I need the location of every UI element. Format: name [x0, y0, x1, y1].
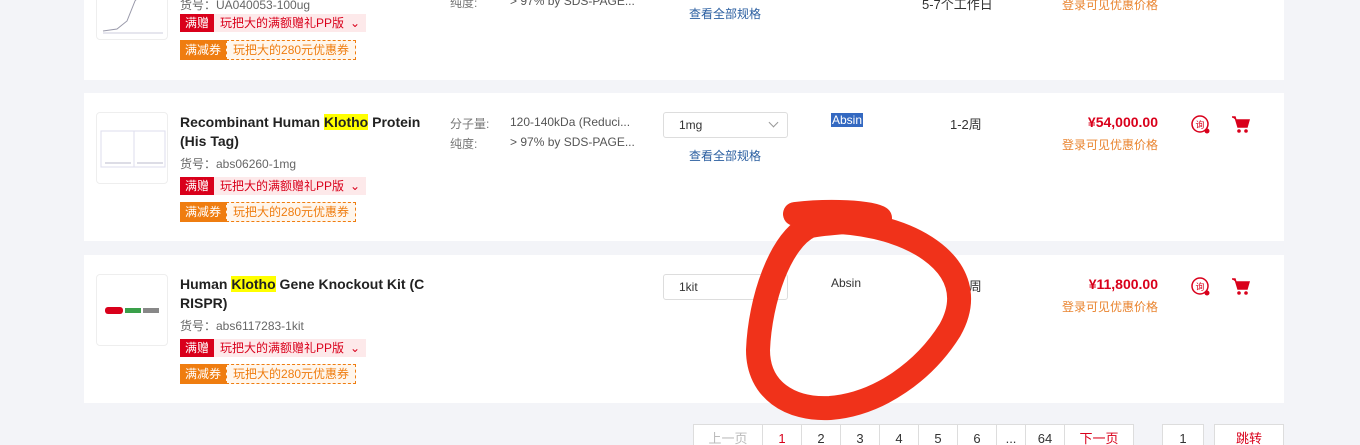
- spec-purity-value: > 97% by SDS-PAGE...: [510, 0, 635, 8]
- view-all-specs-link[interactable]: 查看全部规格: [689, 5, 761, 22]
- product-thumbnail[interactable]: [96, 112, 168, 184]
- next-page-button[interactable]: 下一页: [1064, 424, 1134, 445]
- chevron-down-icon: ⌄: [350, 339, 367, 357]
- page-button[interactable]: 1: [762, 424, 802, 445]
- jump-page-input[interactable]: 1: [1162, 424, 1204, 445]
- product-thumbnail[interactable]: [96, 0, 168, 40]
- cart-icon[interactable]: [1230, 113, 1252, 135]
- coupon-tag[interactable]: 满减券 玩把大的280元优惠券: [180, 40, 357, 60]
- login-price-link[interactable]: 登录可见优惠价格: [1062, 0, 1158, 13]
- chevron-down-icon: [768, 117, 779, 128]
- jump-button[interactable]: 跳转: [1214, 424, 1284, 445]
- coupon-text: 玩把大的280元优惠券: [226, 202, 357, 222]
- spec-purity-label: 纯度:: [450, 0, 478, 10]
- pagination: 上一页 1 2 3 4 5 6 ... 64 下一页: [693, 424, 1134, 445]
- product-card: 货号：UA040053-100ug 满赠 玩把大的满额赠礼PP版 ⌄ 满减券 玩…: [84, 0, 1284, 80]
- gift-tag[interactable]: 满赠 玩把大的满额赠礼PP版 ⌄: [180, 177, 367, 195]
- login-price-link[interactable]: 登录可见优惠价格: [1062, 298, 1158, 315]
- gift-text: 玩把大的满额赠礼PP版: [214, 177, 351, 195]
- coupon-badge: 满减券: [180, 202, 227, 222]
- view-all-specs-link[interactable]: 查看全部规格: [689, 147, 761, 164]
- product-price: ¥11,800.00: [1088, 276, 1158, 292]
- product-thumbnail[interactable]: [96, 274, 168, 346]
- product-card: Human Klotho Gene Knockout Kit (CRISPR) …: [84, 255, 1284, 403]
- gift-badge: 满赠: [180, 177, 215, 195]
- coupon-text: 玩把大的280元优惠券: [226, 40, 357, 60]
- brand-name[interactable]: Absin: [831, 276, 861, 290]
- page-button[interactable]: 6: [957, 424, 997, 445]
- gift-tag[interactable]: 满赠 玩把大的满额赠礼PP版 ⌄: [180, 14, 367, 32]
- lead-time: 5-7个工作日: [922, 0, 993, 12]
- page-button[interactable]: 5: [918, 424, 958, 445]
- svg-text:询: 询: [1195, 281, 1204, 293]
- coupon-text: 玩把大的280元优惠券: [226, 364, 357, 384]
- prev-page-button[interactable]: 上一页: [693, 424, 763, 445]
- product-sku: 货号：UA040053-100ug: [180, 0, 311, 12]
- chevron-down-icon: [768, 279, 779, 290]
- coupon-badge: 满减券: [180, 40, 227, 60]
- svg-text:询: 询: [1195, 119, 1204, 131]
- product-name[interactable]: Human Klotho Gene Knockout Kit (CRISPR): [180, 275, 430, 313]
- spec-mw-label: 分子量:: [450, 117, 490, 131]
- product-logo-image: [105, 307, 159, 314]
- product-price: ¥54,000.00: [1087, 114, 1158, 130]
- product-chart-image: [102, 0, 163, 34]
- gift-badge: 满赠: [180, 339, 215, 357]
- page-button[interactable]: 3: [840, 424, 880, 445]
- spec-purity-label: 纯度:: [450, 137, 478, 151]
- page-button[interactable]: 4: [879, 424, 919, 445]
- inquiry-icon[interactable]: 询: [1189, 113, 1211, 135]
- chevron-down-icon: ⌄: [350, 177, 367, 195]
- coupon-tag[interactable]: 满减券 玩把大的280元优惠券: [180, 364, 357, 384]
- gift-text: 玩把大的满额赠礼PP版: [214, 14, 351, 32]
- product-chart-image: [100, 130, 166, 168]
- coupon-tag[interactable]: 满减券 玩把大的280元优惠券: [180, 202, 357, 222]
- product-sku: 货号：abs06260-1mg: [180, 157, 297, 171]
- cart-icon[interactable]: [1230, 275, 1252, 297]
- page-ellipsis: ...: [996, 424, 1026, 445]
- coupon-badge: 满减券: [180, 364, 227, 384]
- login-price-link[interactable]: 登录可见优惠价格: [1062, 136, 1158, 153]
- gift-badge: 满赠: [180, 14, 215, 32]
- page-button[interactable]: 2: [801, 424, 841, 445]
- product-card: Recombinant Human Klotho Protein(His Tag…: [84, 93, 1284, 241]
- lead-time: 1-2周: [950, 279, 982, 294]
- chevron-down-icon: ⌄: [350, 14, 367, 32]
- gift-tag[interactable]: 满赠 玩把大的满额赠礼PP版 ⌄: [180, 339, 367, 357]
- spec-purity-value: > 97% by SDS-PAGE...: [510, 135, 635, 149]
- product-sku: 货号：abs6117283-1kit: [180, 319, 304, 333]
- size-select[interactable]: 1kit: [663, 274, 788, 300]
- inquiry-icon[interactable]: 询: [1189, 275, 1211, 297]
- lead-time: 1-2周: [950, 117, 982, 132]
- gift-text: 玩把大的满额赠礼PP版: [214, 339, 351, 357]
- brand-name[interactable]: Absin: [831, 113, 864, 127]
- page-button[interactable]: 64: [1025, 424, 1065, 445]
- search-highlight: Klotho: [323, 114, 369, 130]
- product-name[interactable]: Recombinant Human Klotho Protein(His Tag…: [180, 113, 430, 151]
- size-select[interactable]: 1mg: [663, 112, 788, 138]
- spec-mw-value: 120-140kDa (Reduci...: [510, 115, 631, 129]
- search-highlight: Klotho: [231, 276, 276, 292]
